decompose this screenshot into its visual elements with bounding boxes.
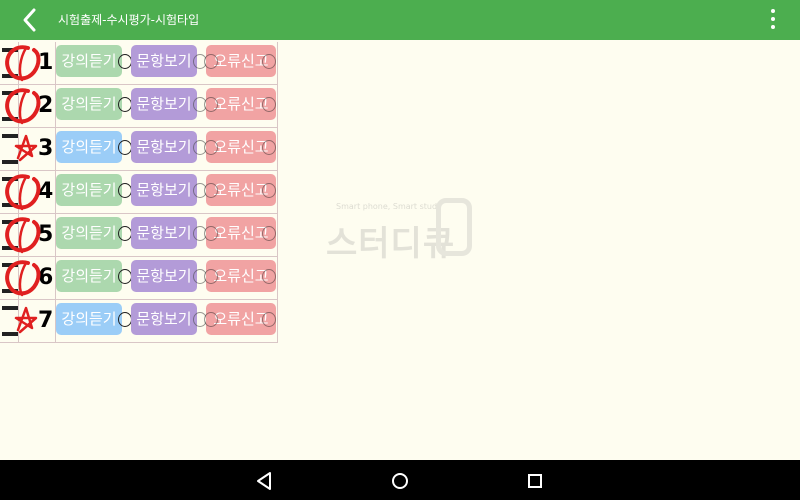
page-title: 시험출제-수시평가-시험타입 — [58, 13, 200, 27]
lecture-button-label: 강의듣기 — [61, 95, 117, 113]
radio-circle-icon — [118, 226, 132, 241]
report-error-label: 오류신고 — [213, 138, 269, 156]
radio-circle-icon — [262, 226, 276, 241]
report-error-label: 오류신고 — [213, 224, 269, 242]
app-bar: 시험출제-수시평가-시험타입 — [0, 0, 800, 40]
view-question-label: 문항보기 — [136, 310, 192, 328]
table-row: 6 강의듣기 문항보기 오류신고 — [0, 257, 277, 300]
radio-circle-icon — [262, 269, 276, 284]
correct-circle-mark-icon — [5, 217, 41, 254]
radio-circle-icon — [262, 97, 276, 112]
lecture-button-label: 강의듣기 — [61, 181, 117, 199]
question-table: 1 강의듣기 문항보기 오류신고 2 강의듣기 문항보기 오류신고 3 강의듣기 문항보기 오류신고 4… — [0, 42, 278, 343]
lecture-button[interactable]: 강의듣기 — [56, 303, 132, 335]
correct-circle-mark-icon — [5, 45, 41, 82]
lecture-button[interactable]: 강의듣기 — [56, 260, 132, 292]
radio-circle-icon — [118, 312, 132, 327]
view-question-button[interactable]: 문항보기 — [131, 174, 207, 206]
lecture-button-label: 강의듣기 — [61, 310, 117, 328]
lecture-button[interactable]: 강의듣기 — [56, 131, 132, 163]
radio-circle-icon — [262, 54, 276, 69]
radio-circle-icon — [262, 140, 276, 155]
correct-circle-mark-icon — [5, 174, 41, 211]
watermark-logo: Smart phone, Smart study 스터디큐 — [326, 198, 486, 280]
content-area: 1 강의듣기 문항보기 오류신고 2 강의듣기 문항보기 오류신고 3 강의듣기 문항보기 오류신고 4… — [0, 40, 800, 460]
lecture-button-label: 강의듣기 — [61, 224, 117, 242]
view-question-button[interactable]: 문항보기 — [131, 88, 207, 120]
report-error-button[interactable]: 오류신고 — [204, 174, 276, 206]
back-arrow-icon[interactable] — [16, 6, 44, 34]
lecture-button-label: 강의듣기 — [61, 138, 117, 156]
lecture-button[interactable]: 강의듣기 — [56, 45, 132, 77]
android-nav-bar — [0, 460, 800, 500]
lecture-button[interactable]: 강의듣기 — [56, 217, 132, 249]
radio-circle-icon — [118, 183, 132, 198]
star-mark-icon — [14, 306, 38, 334]
table-row: 3 강의듣기 문항보기 오류신고 — [0, 128, 277, 171]
square-recent-icon[interactable] — [524, 470, 546, 492]
table-row: 2 강의듣기 문항보기 오류신고 — [0, 85, 277, 128]
table-row: 7 강의듣기 문항보기 오류신고 — [0, 300, 277, 343]
circle-home-icon[interactable] — [389, 470, 411, 492]
report-error-button[interactable]: 오류신고 — [204, 303, 276, 335]
more-vert-icon[interactable] — [768, 9, 778, 31]
report-error-button[interactable]: 오류신고 — [204, 45, 276, 77]
report-error-label: 오류신고 — [213, 52, 269, 70]
radio-circle-icon — [204, 269, 218, 284]
view-question-button[interactable]: 문항보기 — [131, 260, 207, 292]
report-error-button[interactable]: 오류신고 — [204, 131, 276, 163]
report-error-label: 오류신고 — [213, 310, 269, 328]
view-question-label: 문항보기 — [136, 95, 192, 113]
table-row: 4 강의듣기 문항보기 오류신고 — [0, 171, 277, 214]
view-question-label: 문항보기 — [136, 267, 192, 285]
watermark-tagline: Smart phone, Smart study — [336, 202, 442, 211]
lecture-button[interactable]: 강의듣기 — [56, 88, 132, 120]
correct-circle-mark-icon — [5, 260, 41, 297]
lecture-button-label: 강의듣기 — [61, 52, 117, 70]
view-question-label: 문항보기 — [136, 181, 192, 199]
radio-circle-icon — [118, 54, 132, 69]
view-question-label: 문항보기 — [136, 224, 192, 242]
radio-circle-icon — [118, 140, 132, 155]
view-question-button[interactable]: 문항보기 — [131, 303, 207, 335]
report-error-button[interactable]: 오류신고 — [204, 260, 276, 292]
radio-circle-icon — [204, 54, 218, 69]
report-error-label: 오류신고 — [213, 181, 269, 199]
correct-circle-mark-icon — [5, 88, 41, 125]
radio-circle-icon — [204, 183, 218, 198]
report-error-button[interactable]: 오류신고 — [204, 88, 276, 120]
table-row: 1 강의듣기 문항보기 오류신고 — [0, 42, 277, 85]
lecture-button-label: 강의듣기 — [61, 267, 117, 285]
view-question-button[interactable]: 문항보기 — [131, 131, 207, 163]
view-question-label: 문항보기 — [136, 52, 192, 70]
radio-circle-icon — [204, 97, 218, 112]
qr-icon — [436, 198, 472, 256]
view-question-button[interactable]: 문항보기 — [131, 217, 207, 249]
report-error-button[interactable]: 오류신고 — [204, 217, 276, 249]
lecture-button[interactable]: 강의듣기 — [56, 174, 132, 206]
triangle-back-icon[interactable] — [254, 470, 276, 492]
radio-circle-icon — [118, 97, 132, 112]
view-question-button[interactable]: 문항보기 — [131, 45, 207, 77]
radio-circle-icon — [262, 183, 276, 198]
view-question-label: 문항보기 — [136, 138, 192, 156]
report-error-label: 오류신고 — [213, 95, 269, 113]
report-error-label: 오류신고 — [213, 267, 269, 285]
radio-circle-icon — [204, 140, 218, 155]
star-mark-icon — [14, 134, 38, 162]
table-row: 5 강의듣기 문항보기 오류신고 — [0, 214, 277, 257]
radio-circle-icon — [204, 312, 218, 327]
radio-circle-icon — [118, 269, 132, 284]
radio-circle-icon — [204, 226, 218, 241]
radio-circle-icon — [262, 312, 276, 327]
